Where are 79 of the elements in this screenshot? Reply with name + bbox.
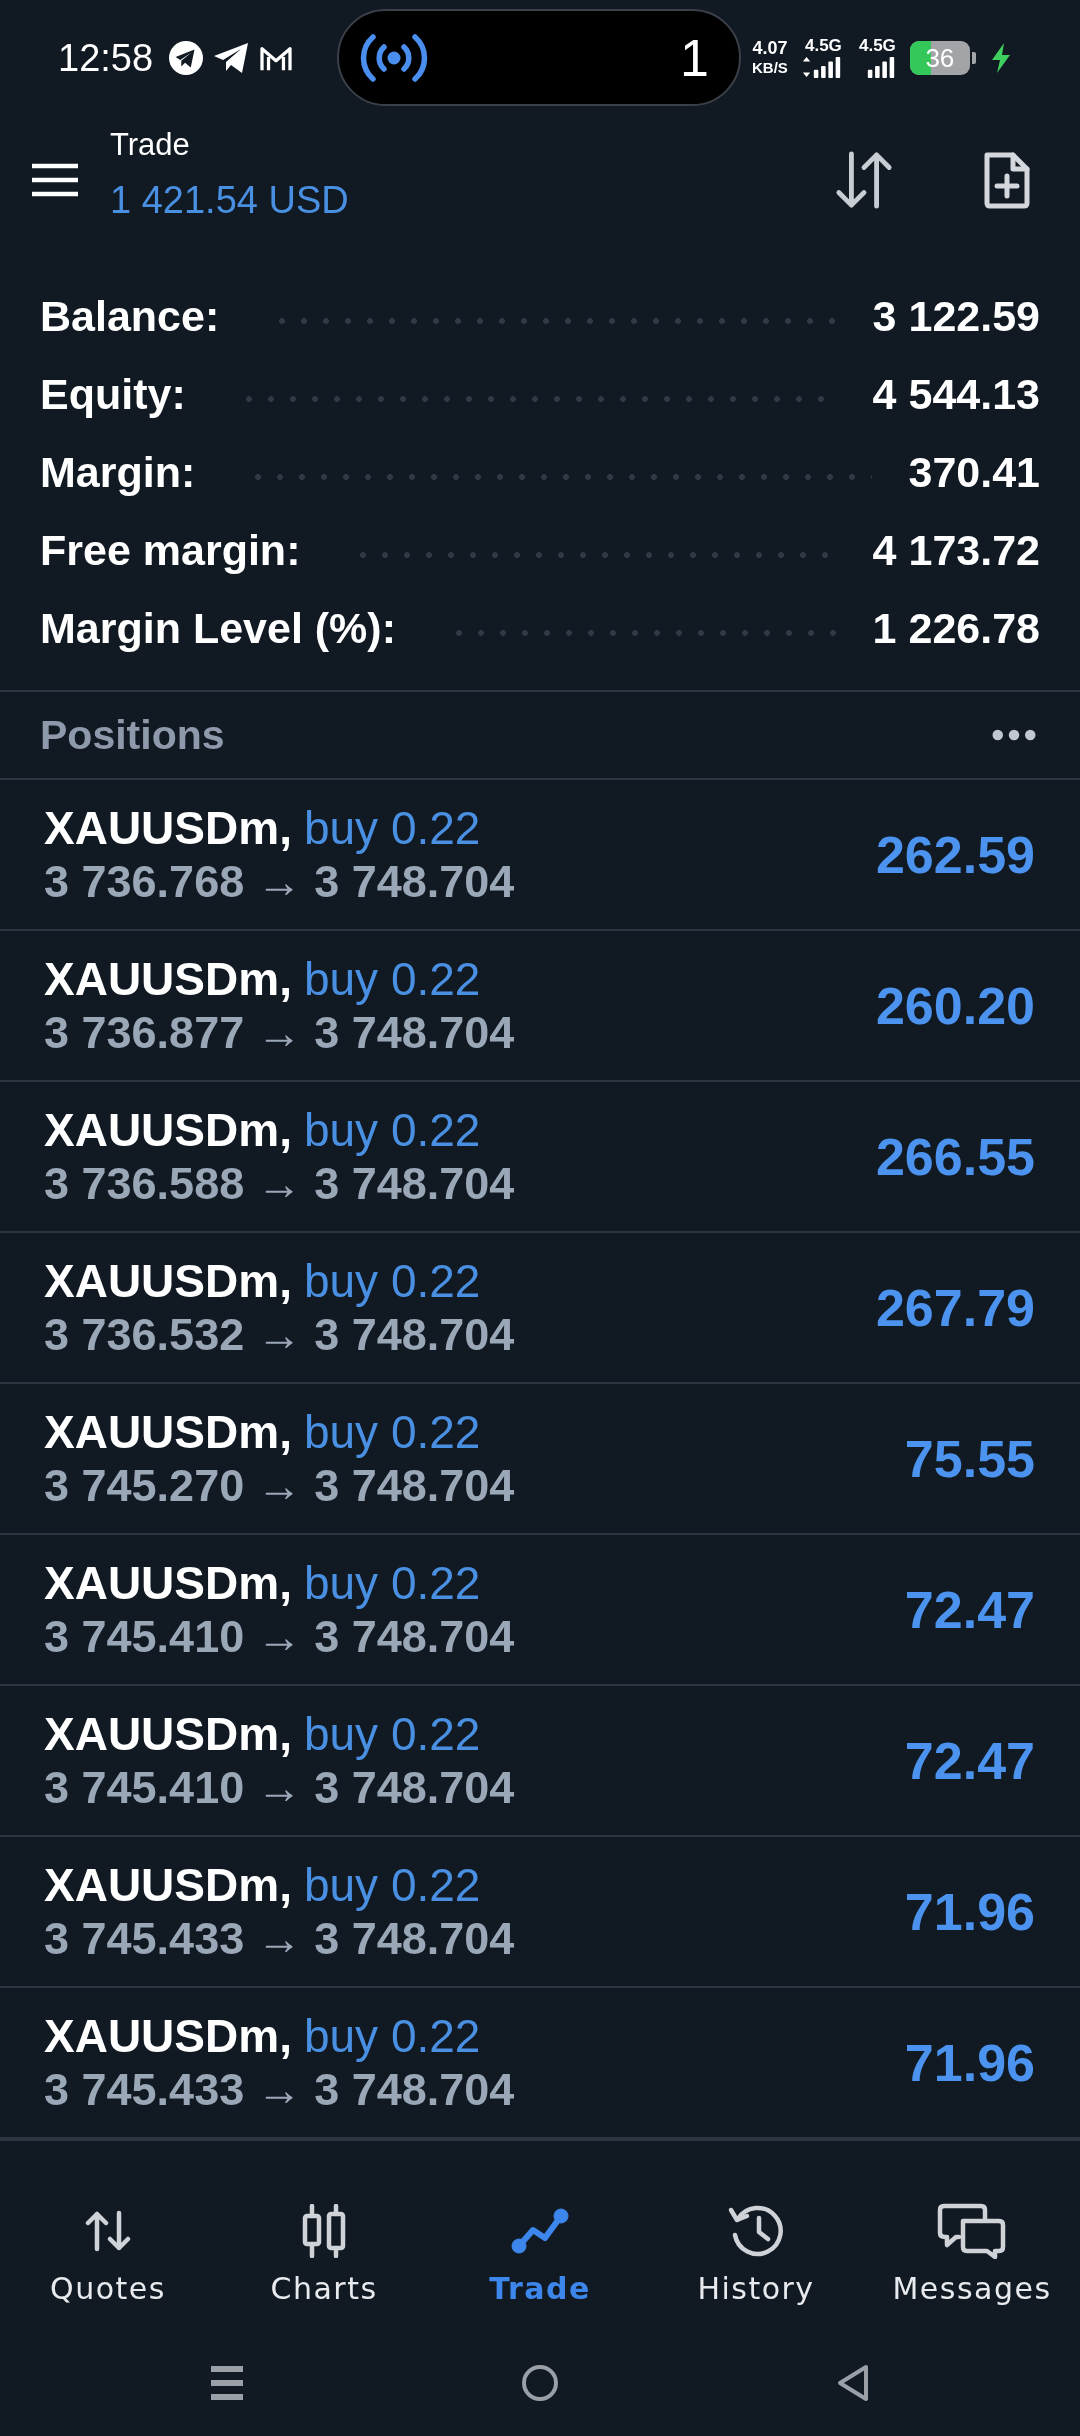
account-label: Free margin: — [40, 525, 301, 576]
up-down-arrows-icon — [85, 2210, 131, 2252]
price-range: 3 745.270 → 3 748.704 — [44, 1458, 515, 1512]
price-range: 3 745.433 → 3 748.704 — [44, 2062, 515, 2116]
account-value: 4 173.72 — [872, 525, 1040, 576]
order-type-volume: buy 0.22 — [303, 1103, 481, 1157]
price-range: 3 736.588 → 3 748.704 — [44, 1156, 515, 1210]
chat-bubbles-icon — [937, 2203, 1007, 2259]
sort-arrows-icon — [834, 150, 894, 210]
activity-count: 1 — [680, 27, 709, 88]
order-type-volume: buy 0.22 — [303, 1254, 481, 1308]
position-profit: 266.55 — [875, 1126, 1035, 1187]
account-label: Margin Level (%): — [40, 603, 396, 654]
screen-title: Trade — [110, 127, 190, 163]
menu-button[interactable] — [30, 162, 80, 198]
telegram-icon — [169, 40, 204, 75]
nav-tab[interactable]: History — [691, 2199, 821, 2311]
position-profit: 72.47 — [904, 1579, 1035, 1640]
account-value: 370.41 — [908, 447, 1040, 498]
position-profit: 72.47 — [904, 1730, 1035, 1791]
position-symbol: XAUUSDm, — [44, 1556, 292, 1610]
signal-icon — [801, 56, 842, 78]
network-type: 4.5G — [859, 37, 896, 55]
order-type-volume: buy 0.22 — [303, 1556, 481, 1610]
position-profit: 260.20 — [875, 975, 1035, 1036]
price-range: 3 745.410 → 3 748.704 — [44, 1609, 515, 1663]
position-profit: 71.96 — [904, 2032, 1035, 2093]
paper-plane-icon — [213, 41, 250, 74]
price-range: 3 736.877 → 3 748.704 — [44, 1005, 515, 1059]
position-profit: 71.96 — [904, 1881, 1035, 1942]
order-type-volume: buy 0.22 — [303, 952, 481, 1006]
position-profit: 262.59 — [875, 824, 1035, 885]
account-label: Equity: — [40, 369, 186, 420]
more-button[interactable] — [992, 729, 1036, 741]
account-label: Margin: — [40, 447, 196, 498]
position-symbol: XAUUSDm, — [44, 801, 292, 855]
home-button[interactable] — [521, 2364, 559, 2402]
position-symbol: XAUUSDm, — [44, 1405, 292, 1459]
history-icon — [727, 2203, 785, 2259]
candlestick-icon — [301, 2204, 347, 2258]
account-label: Balance: — [40, 291, 220, 342]
account-value: 1 226.78 — [872, 603, 1040, 654]
order-type-volume: buy 0.22 — [303, 801, 481, 855]
price-range: 3 745.410 → 3 748.704 — [44, 1760, 515, 1814]
network-speed: 4.07 — [752, 38, 788, 58]
nav-tab[interactable]: Trade — [483, 2199, 597, 2311]
account-amount: 1 421.54 USD — [110, 178, 349, 223]
sort-button[interactable] — [834, 150, 894, 210]
account-value: 4 544.13 — [872, 369, 1040, 420]
position-symbol: XAUUSDm, — [44, 1254, 292, 1308]
new-order-button[interactable] — [982, 150, 1032, 210]
order-type-volume: buy 0.22 — [303, 2009, 481, 2063]
order-type-volume: buy 0.22 — [303, 1858, 481, 1912]
position-symbol: XAUUSDm, — [44, 1707, 292, 1761]
price-range: 3 736.768 → 3 748.704 — [44, 854, 515, 908]
status-time: 12:58 — [58, 35, 154, 80]
position-symbol: XAUUSDm, — [44, 2009, 292, 2063]
document-plus-icon — [982, 150, 1032, 210]
account-value: 3 122.59 — [872, 291, 1040, 342]
broadcast-icon — [359, 32, 429, 83]
menu-icon — [30, 162, 80, 198]
nav-tab[interactable]: Messages — [886, 2199, 1058, 2311]
position-symbol: XAUUSDm, — [44, 952, 292, 1006]
position-profit: 75.55 — [904, 1428, 1035, 1489]
network-speed-unit: KB/S — [752, 57, 788, 77]
nav-tab[interactable]: Charts — [264, 2199, 384, 2311]
line-chart-icon — [511, 2208, 569, 2254]
position-symbol: XAUUSDm, — [44, 1858, 292, 1912]
price-range: 3 736.532 → 3 748.704 — [44, 1307, 515, 1361]
order-type-volume: buy 0.22 — [303, 1405, 481, 1459]
price-range: 3 745.433 → 3 748.704 — [44, 1911, 515, 1965]
network-type: 4.5G — [805, 37, 842, 55]
position-profit: 267.79 — [875, 1277, 1035, 1338]
position-symbol: XAUUSDm, — [44, 1103, 292, 1157]
order-type-volume: buy 0.22 — [303, 1707, 481, 1761]
home-circle-icon — [521, 2364, 559, 2402]
section-title: Positions — [40, 711, 225, 760]
nav-tab[interactable]: Quotes — [44, 2199, 172, 2311]
more-icon — [992, 729, 1036, 741]
